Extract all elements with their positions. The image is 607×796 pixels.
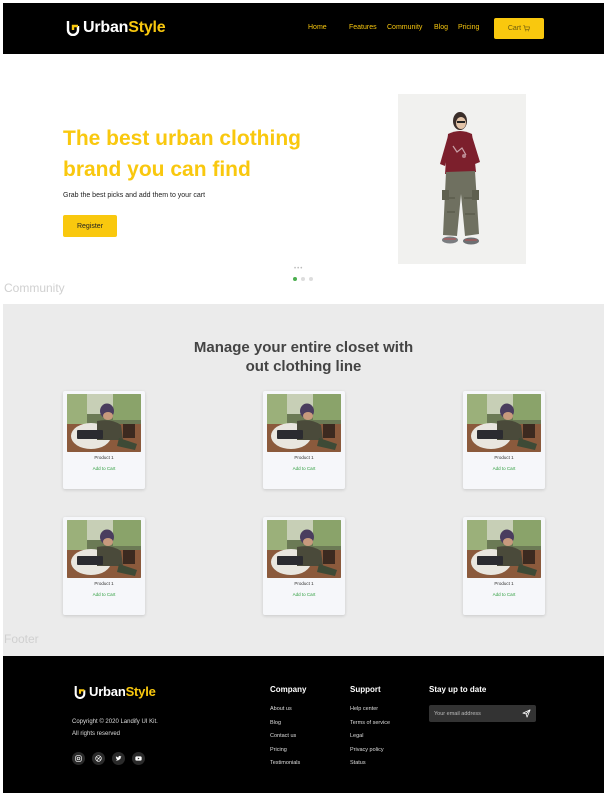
nav-community[interactable]: Community (387, 24, 422, 31)
add-to-cart-button[interactable]: Add to Cart (263, 592, 345, 597)
section-label-footer: Footer (4, 632, 39, 646)
social-links (72, 752, 145, 765)
footer-link-legal[interactable]: Legal (350, 730, 390, 744)
twitter-icon[interactable] (112, 752, 125, 765)
footer-support-column: Support Help center Terms of service Leg… (350, 685, 390, 771)
community-section: Manage your entire closet with out cloth… (3, 304, 604, 656)
header: UrbanStyle Home Features Community Blog … (3, 3, 604, 54)
section-label-community: Community (4, 281, 65, 295)
product-card[interactable]: Product 1 Add to Cart (63, 517, 145, 615)
footer-company-heading: Company (270, 685, 307, 694)
footer-link-pricing[interactable]: Pricing (270, 744, 306, 758)
cart-button[interactable]: Cart (494, 18, 544, 39)
logo-mark-icon (74, 685, 86, 699)
add-to-cart-button[interactable]: Add to Cart (63, 466, 145, 471)
product-card[interactable]: Product 1 Add to Cart (463, 517, 545, 615)
footer-support-heading: Support (350, 685, 381, 694)
cart-icon (523, 25, 531, 32)
product-name: Product 1 (94, 581, 114, 586)
cart-label: Cart (507, 25, 522, 32)
hero-model-image (398, 94, 526, 264)
product-name: Product 1 (294, 455, 314, 460)
slider-dot[interactable] (301, 277, 305, 281)
footer-newsletter: Stay up to date (429, 685, 486, 703)
add-to-cart-button[interactable]: Add to Cart (263, 466, 345, 471)
slider-ellipsis: ••• (294, 266, 304, 272)
product-card[interactable]: Product 1 Add to Cart (463, 391, 545, 489)
add-to-cart-button[interactable]: Add to Cart (463, 466, 545, 471)
slider-dot[interactable] (309, 277, 313, 281)
newsletter-form (429, 705, 536, 722)
product-name: Product 1 (494, 455, 514, 460)
product-image (267, 394, 341, 452)
product-image (267, 520, 341, 578)
footer-link-about-us[interactable]: About us (270, 703, 306, 717)
footer-link-blog[interactable]: Blog (270, 717, 306, 731)
product-image (67, 520, 141, 578)
newsletter-heading: Stay up to date (429, 685, 487, 694)
footer-logo[interactable]: UrbanStyle (74, 684, 156, 699)
footer-link-testimonials[interactable]: Testimonials (270, 757, 306, 771)
email-input[interactable] (434, 709, 518, 718)
send-icon[interactable] (522, 709, 531, 718)
product-name: Product 1 (494, 581, 514, 586)
register-button[interactable]: Register (63, 215, 117, 237)
product-card[interactable]: Product 1 Add to Cart (263, 517, 345, 615)
slider-dot[interactable] (293, 277, 297, 281)
slider-dots (293, 277, 313, 281)
product-name: Product 1 (294, 581, 314, 586)
instagram-icon[interactable] (72, 752, 85, 765)
nav-home[interactable]: Home (308, 24, 327, 31)
page: UrbanStyle Home Features Community Blog … (3, 3, 604, 793)
hero-section: The best urban clothing brand you can fi… (3, 54, 604, 304)
footer: UrbanStyle Copyright © 2020 Landify UI K… (3, 656, 604, 793)
product-name: Product 1 (94, 455, 114, 460)
footer-link-status[interactable]: Status (350, 757, 390, 771)
footer-company-column: Company About us Blog Contact us Pricing… (270, 685, 306, 771)
copyright: Copyright © 2020 Landify UI Kit. All rig… (72, 716, 158, 740)
copyright-line-1: Copyright © 2020 Landify UI Kit. (72, 719, 158, 725)
nav-features[interactable]: Features (349, 24, 377, 31)
footer-brand-name: UrbanStyle (89, 684, 156, 699)
product-card[interactable]: Product 1 Add to Cart (263, 391, 345, 489)
dribbble-icon[interactable] (92, 752, 105, 765)
copyright-line-2: All rights reserved (72, 731, 121, 737)
product-image (467, 394, 541, 452)
nav-pricing[interactable]: Pricing (458, 24, 479, 31)
product-card[interactable]: Product 1 Add to Cart (63, 391, 145, 489)
footer-link-help-center[interactable]: Help center (350, 703, 390, 717)
footer-link-privacy[interactable]: Privacy policy (350, 744, 390, 758)
footer-link-contact-us[interactable]: Contact us (270, 730, 306, 744)
youtube-icon[interactable] (132, 752, 145, 765)
community-title: Manage your entire closet with out cloth… (193, 339, 414, 375)
product-image (67, 394, 141, 452)
product-image (467, 520, 541, 578)
hero-title: The best urban clothing brand you can fi… (63, 127, 302, 181)
footer-link-terms[interactable]: Terms of service (350, 717, 390, 731)
nav-blog[interactable]: Blog (434, 24, 448, 31)
hero-subtitle: Grab the best picks and add them to your… (63, 192, 206, 199)
add-to-cart-button[interactable]: Add to Cart (63, 592, 145, 597)
add-to-cart-button[interactable]: Add to Cart (463, 592, 545, 597)
